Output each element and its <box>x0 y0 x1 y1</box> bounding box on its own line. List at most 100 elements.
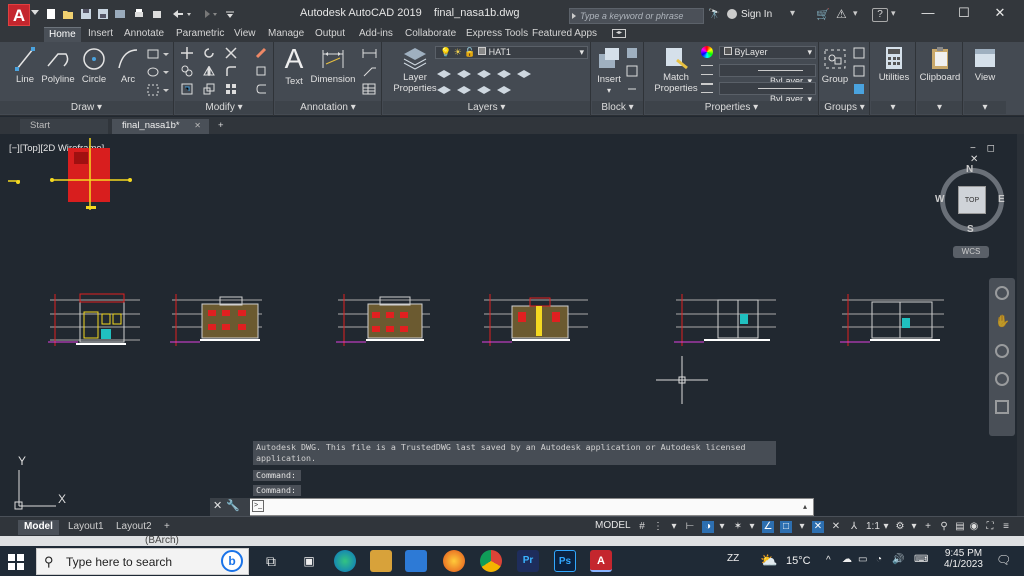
view-panel-title[interactable]: ▾ <box>964 101 1006 114</box>
grid-icon[interactable]: # <box>636 521 648 533</box>
showmotion-icon[interactable] <box>995 400 1009 414</box>
block-panel-title[interactable]: Block ▾ <box>592 101 643 114</box>
viewcube-top-face[interactable]: TOP <box>958 186 986 214</box>
color-dropdown[interactable]: ByLayer ▾ <box>719 46 816 59</box>
annotation-scale-value[interactable]: 1:1 <box>866 521 880 532</box>
layers-panel-title[interactable]: Layers ▾ <box>383 101 590 114</box>
windows-start-icon[interactable] <box>8 554 24 570</box>
polyline-tool[interactable]: Polyline <box>40 46 76 85</box>
insert-tool[interactable]: Insert ▾ <box>595 46 623 96</box>
tray-overflow-icon[interactable]: ^ <box>826 555 831 566</box>
quick-properties-icon[interactable]: ▤ <box>954 521 966 533</box>
layer-dropdown[interactable]: 💡 ☀ 🔓 HAT1 ▾ <box>435 46 588 59</box>
close-button[interactable]: ✕ <box>982 4 1018 22</box>
layer-tools-icons[interactable] <box>435 64 585 96</box>
gradient-icon[interactable] <box>147 84 171 96</box>
tab-layout2[interactable]: Layout2 <box>110 520 158 535</box>
chevron-down-icon[interactable]: ▾ <box>746 521 758 533</box>
autocad-taskbar-icon[interactable]: A <box>590 550 612 572</box>
chevron-down-icon[interactable]: ▾ <box>790 8 795 19</box>
match-properties-tool[interactable]: Match Properties <box>651 46 701 94</box>
stretch-icon[interactable] <box>181 83 193 95</box>
clipboard-tool[interactable]: Clipboard <box>919 46 961 83</box>
lineweight-dropdown[interactable]: ByLayer ▾ <box>719 82 816 104</box>
hatch-icon[interactable] <box>147 66 171 78</box>
polar-tracking-icon[interactable]: ✶ <box>732 521 744 533</box>
start-tab[interactable]: Start <box>20 119 108 134</box>
zoom-icon[interactable] <box>995 344 1009 358</box>
pan-hand-icon[interactable]: ✋ <box>995 314 1010 330</box>
edge-browser-icon[interactable] <box>334 550 356 572</box>
maximize-button[interactable]: ☐ <box>946 4 982 22</box>
search-input[interactable]: Type a keyword or phrase <box>569 8 704 24</box>
chevron-down-icon[interactable]: ▾ <box>716 521 728 533</box>
isodraft-icon[interactable]: ∠ <box>762 521 774 533</box>
table-icon[interactable] <box>362 83 378 95</box>
tab-annotate[interactable]: Annotate <box>119 27 169 42</box>
add-layout-button[interactable]: + <box>158 520 176 535</box>
web-mobile-icon[interactable] <box>114 8 126 20</box>
volume-icon[interactable]: 🔊 <box>892 554 904 565</box>
new-tab-button[interactable]: + <box>212 119 232 134</box>
tab-insert[interactable]: Insert <box>83 27 118 42</box>
group-selection-icon[interactable] <box>853 83 865 95</box>
tab-output[interactable]: Output <box>310 27 350 42</box>
battery-icon[interactable]: ▭ <box>858 554 867 565</box>
close-tab-icon[interactable]: ✕ <box>194 119 201 133</box>
section-drawing-6[interactable] <box>840 294 944 346</box>
explode-icon[interactable] <box>255 65 267 77</box>
chevron-down-icon[interactable]: ▾ <box>853 8 858 19</box>
auto-scale-icon[interactable]: ✕ <box>830 521 842 533</box>
notifications-icon[interactable]: 🗨 <box>996 553 1011 567</box>
annotation-panel-title[interactable]: Annotation ▾ <box>275 101 381 114</box>
infer-constraints-icon[interactable]: ⊢ <box>684 521 696 533</box>
model-space-button[interactable]: MODEL <box>595 520 631 531</box>
keyboard-icon[interactable]: ⌨ <box>914 554 928 565</box>
plot-icon[interactable] <box>133 8 145 20</box>
viewcube-north[interactable]: N <box>966 164 973 175</box>
array-icon[interactable] <box>225 83 237 95</box>
object-snap-icon[interactable]: □ <box>780 521 792 533</box>
customize-qat-icon[interactable] <box>224 8 236 20</box>
app-menu-chevron-icon[interactable] <box>31 10 39 15</box>
tab-manage[interactable]: Manage <box>263 27 309 42</box>
modify-panel-title[interactable]: Modify ▾ <box>175 101 273 114</box>
command-dropdown-icon[interactable]: ▴ <box>803 502 807 511</box>
draw-panel-title[interactable]: Draw ▾ <box>0 101 173 114</box>
scale-icon[interactable] <box>203 83 215 95</box>
mirror-icon[interactable] <box>203 65 215 77</box>
annotation-visibility-icon[interactable]: ✕ <box>812 521 824 533</box>
move-icon[interactable] <box>181 47 193 59</box>
lineweight-icon[interactable] <box>701 83 713 93</box>
arc-tool[interactable]: Arc <box>112 46 144 85</box>
steering-wheel-icon[interactable] <box>995 286 1009 300</box>
tab-add-ins[interactable]: Add-ins <box>354 27 398 42</box>
chevron-down-icon[interactable]: ▾ <box>908 521 920 533</box>
elevation-drawing-1[interactable] <box>48 293 140 346</box>
clipboard-panel-title[interactable]: ▾ <box>917 101 962 114</box>
view-tool[interactable]: View <box>966 46 1004 83</box>
groups-panel-title[interactable]: Groups ▾ <box>820 101 869 114</box>
units-icon[interactable]: ⚲ <box>938 521 950 533</box>
drawing-canvas[interactable]: [−][Top][2D Wireframe] − ◻ ✕ Y X TOP N S… <box>0 134 1017 516</box>
widgets-icon[interactable]: ▣ <box>298 550 320 572</box>
elevation-drawing-2[interactable] <box>170 294 262 346</box>
help-chevron-icon[interactable]: ▾ <box>891 8 896 19</box>
network-icon[interactable]: ◔ <box>876 554 882 565</box>
layer-properties-tool[interactable]: Layer Properties <box>391 46 439 94</box>
autocad-app-menu-button[interactable]: A <box>8 4 30 26</box>
properties-panel-title[interactable]: Properties ▾ <box>645 101 818 114</box>
tab-express-tools[interactable]: Express Tools <box>461 27 533 42</box>
store-icon[interactable] <box>405 550 427 572</box>
edit-block-icon[interactable] <box>626 65 638 77</box>
snap-icon[interactable]: ⋮ <box>652 521 664 533</box>
elevation-drawing-4[interactable] <box>482 294 588 346</box>
orbit-icon[interactable] <box>995 372 1009 386</box>
weather-temperature[interactable]: 15°C <box>786 555 811 567</box>
chevron-down-icon[interactable]: ▾ <box>796 521 808 533</box>
chevron-down-icon[interactable]: ▾ <box>880 521 892 533</box>
tab-parametric[interactable]: Parametric <box>171 27 229 42</box>
premiere-icon[interactable]: Pr <box>517 550 539 572</box>
photoshop-icon[interactable]: Ps <box>554 550 576 572</box>
cart-icon[interactable]: 🛒 <box>816 8 830 21</box>
